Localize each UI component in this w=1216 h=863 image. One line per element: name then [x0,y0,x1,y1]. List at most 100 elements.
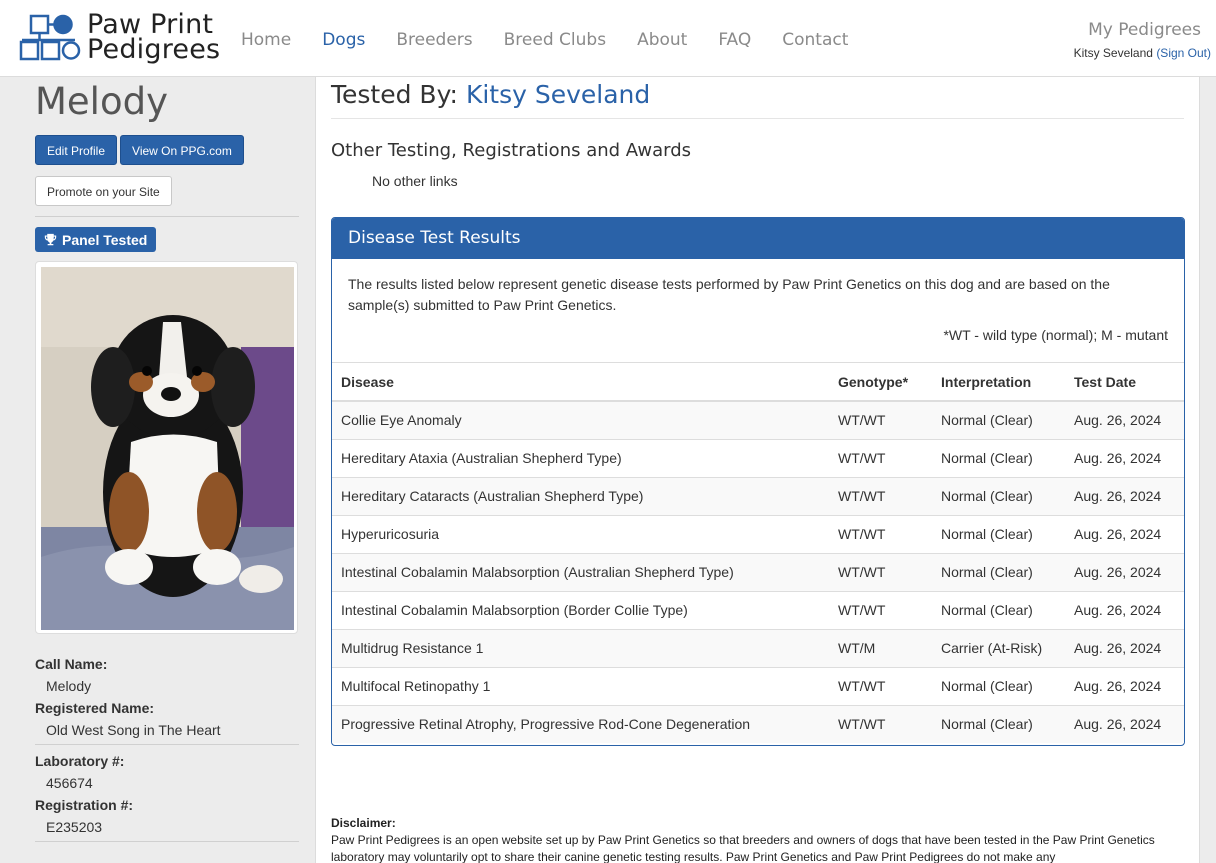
registration-label: Registration #: [35,797,134,813]
panel-tested-badge: Panel Tested [35,227,157,252]
col-interpretation[interactable]: Interpretation [932,363,1065,402]
table-row: Multifocal Retinopathy 1 WT/WT Normal (C… [332,666,1184,705]
tested-by-heading: Tested By: Kitsy Seveland [331,80,650,109]
table-header-row: Disease Genotype* Interpretation Test Da… [332,363,1184,402]
other-testing-title: Other Testing, Registrations and Awards [331,140,692,161]
my-pedigrees-link[interactable]: My Pedigrees [1074,20,1201,40]
user-name: Kitsy Seveland [1073,46,1153,60]
interpretation-cell: Carrier (At-Risk) [932,628,1065,667]
genotype-cell: WT/WT [829,666,932,705]
call-name-value: Melody [46,678,92,694]
panel-intro: The results listed below represent genet… [348,276,1110,313]
interpretation-cell: Normal (Clear) [932,704,1065,743]
tested-by-link[interactable]: Kitsy Seveland [466,80,650,109]
disease-cell[interactable]: Hyperuricosuria [332,514,829,553]
date-cell: Aug. 26, 2024 [1065,401,1184,439]
genotype-cell: WT/WT [829,514,932,553]
table-row: Hereditary Cataracts (Australian Shepher… [332,476,1184,515]
nav-faq[interactable]: FAQ [718,30,751,50]
disease-cell[interactable]: Multifocal Retinopathy 1 [332,666,829,705]
table-row: Multidrug Resistance 1 WT/M Carrier (At-… [332,628,1184,667]
disease-cell[interactable]: Multidrug Resistance 1 [332,628,829,667]
dog-photo[interactable] [41,267,294,630]
genotype-note: *WT - wild type (normal); M - mutant [943,327,1168,343]
col-genotype[interactable]: Genotype* [829,363,932,402]
date-cell: Aug. 26, 2024 [1065,666,1184,705]
other-testing-value: No other links [372,173,458,189]
interpretation-cell: Normal (Clear) [932,514,1065,553]
registration-value: E235203 [46,819,103,835]
genotype-cell: WT/WT [829,401,932,439]
disease-cell[interactable]: Intestinal Cobalamin Malabsorption (Aust… [332,552,829,591]
panel-title: Disease Test Results [332,218,1184,259]
registered-name-value: Old West Song in The Heart [46,722,221,738]
col-disease[interactable]: Disease [332,363,829,402]
laboratory-value: 456674 [46,775,93,791]
date-cell: Aug. 26, 2024 [1065,476,1184,515]
interpretation-cell: Normal (Clear) [932,590,1065,629]
genotype-cell: WT/WT [829,704,932,743]
site-header: Paw Print Pedigrees Home Dogs Breeders B… [0,0,1216,77]
date-cell: Aug. 26, 2024 [1065,438,1184,477]
dog-photo-frame [35,261,298,634]
divider [35,216,299,217]
nav-home[interactable]: Home [241,30,291,50]
call-name-label: Call Name: [35,656,108,672]
disease-cell[interactable]: Intestinal Cobalamin Malabsorption (Bord… [332,590,829,629]
disclaimer: Disclaimer: Paw Print Pedigrees is an op… [331,815,1181,863]
nav-about[interactable]: About [637,30,687,50]
site-logo[interactable]: Paw Print Pedigrees [19,11,221,65]
table-row: Intestinal Cobalamin Malabsorption (Aust… [332,552,1184,591]
genotype-cell: WT/WT [829,438,932,477]
date-cell: Aug. 26, 2024 [1065,552,1184,591]
date-cell: Aug. 26, 2024 [1065,590,1184,629]
divider [35,841,299,842]
nav-contact[interactable]: Contact [782,30,848,50]
col-test-date[interactable]: Test Date [1065,363,1184,402]
promote-button[interactable]: Promote on your Site [35,176,172,206]
date-cell: Aug. 26, 2024 [1065,704,1184,743]
trophy-icon [44,233,57,246]
interpretation-cell: Normal (Clear) [932,401,1065,439]
nav-dogs[interactable]: Dogs [322,30,365,50]
divider [35,744,299,745]
main-nav: Home Dogs Breeders Breed Clubs About FAQ… [241,30,879,50]
edit-profile-button[interactable]: Edit Profile [35,135,118,165]
logo-line-2: Pedigrees [87,34,221,65]
main-content: Tested By: Kitsy Seveland Other Testing,… [315,77,1200,863]
disease-cell[interactable]: Hereditary Cataracts (Australian Shepher… [332,476,829,515]
disclaimer-title: Disclaimer: [331,816,396,830]
results-table: Disease Genotype* Interpretation Test Da… [332,363,1184,743]
genotype-cell: WT/WT [829,476,932,515]
nav-breeders[interactable]: Breeders [396,30,472,50]
puppy-image [41,267,294,630]
disclaimer-text: Paw Print Pedigrees is an open website s… [331,833,1155,863]
registered-name-label: Registered Name: [35,700,155,716]
tested-by-label: Tested By: [331,80,458,109]
table-row: Hereditary Ataxia (Australian Shepherd T… [332,438,1184,477]
laboratory-label: Laboratory #: [35,753,125,769]
dog-name: Melody [35,80,168,123]
disease-results-panel: Disease Test Results The results listed … [331,217,1185,746]
dog-info: Call Name: Melody Registered Name: Old W… [35,656,299,842]
table-row: Collie Eye Anomaly WT/WT Normal (Clear) … [332,401,1184,439]
divider [331,118,1184,119]
table-row: Hyperuricosuria WT/WT Normal (Clear) Aug… [332,514,1184,553]
table-row: Progressive Retinal Atrophy, Progressive… [332,704,1184,743]
genotype-cell: WT/WT [829,590,932,629]
dog-sidebar: Melody Edit Profile View On PPG.com Prom… [19,77,315,863]
nav-breed-clubs[interactable]: Breed Clubs [504,30,606,50]
interpretation-cell: Normal (Clear) [932,476,1065,515]
logo-pedigree-icon [19,14,81,61]
disease-cell[interactable]: Collie Eye Anomaly [332,401,829,439]
disease-cell[interactable]: Progressive Retinal Atrophy, Progressive… [332,704,829,743]
genotype-cell: WT/WT [829,552,932,591]
genotype-cell: WT/M [829,628,932,667]
panel-tested-label: Panel Tested [62,231,148,248]
interpretation-cell: Normal (Clear) [932,666,1065,705]
view-on-ppg-button[interactable]: View On PPG.com [120,135,244,165]
disease-cell[interactable]: Hereditary Ataxia (Australian Shepherd T… [332,438,829,477]
sign-out-link[interactable]: (Sign Out) [1156,46,1211,60]
interpretation-cell: Normal (Clear) [932,438,1065,477]
account-area: My Pedigrees Kitsy Seveland (Sign Out) [1074,20,1211,60]
